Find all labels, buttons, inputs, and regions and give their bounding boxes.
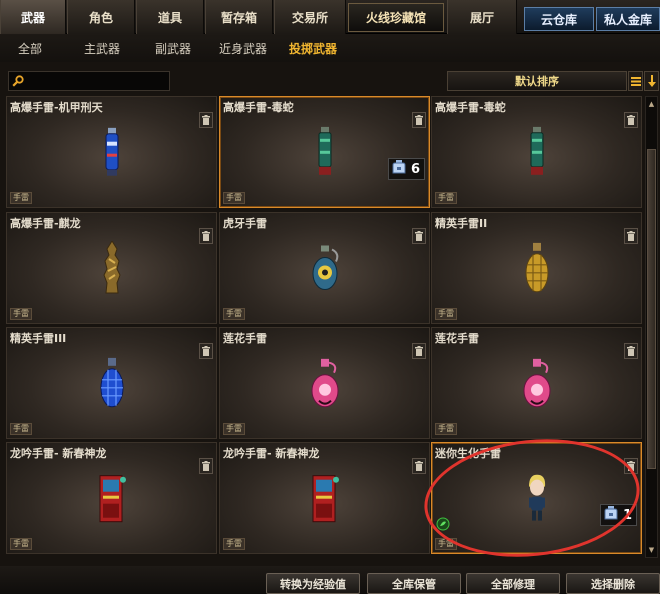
search-box	[8, 71, 172, 91]
green-grenade-icon	[315, 126, 335, 183]
pink-grenade-icon	[310, 358, 340, 413]
store-all-button[interactable]: 全库保管	[367, 573, 461, 594]
stack-bag-icon	[603, 505, 619, 525]
item-card[interactable]: 精英手雷II 手雷	[431, 212, 642, 324]
convert-to-exp-button[interactable]: 转换为经验值	[266, 573, 360, 594]
gold-pineapple-grenade-icon	[524, 242, 550, 299]
sort-dropdown[interactable]: 默认排序	[447, 71, 627, 91]
trash-icon[interactable]	[624, 458, 638, 474]
item-card[interactable]: 龙吟手雷- 新春神龙 手雷	[6, 442, 217, 554]
trash-icon[interactable]	[199, 228, 213, 244]
scroll-down-arrow-icon[interactable]: ▼	[647, 544, 656, 556]
sort-list-icon[interactable]	[628, 71, 643, 91]
item-type-tag: 手雷	[435, 308, 457, 320]
green-grenade-icon	[527, 126, 547, 183]
item-name: 龙吟手雷- 新春神龙	[10, 447, 107, 460]
trash-icon[interactable]	[624, 112, 638, 128]
item-name: 精英手雷II	[435, 217, 488, 230]
item-card[interactable]: 莲花手雷 手雷	[219, 327, 430, 439]
item-card[interactable]: 迷你生化手雷 手雷 1	[431, 442, 642, 554]
stack-bag-icon	[391, 159, 407, 179]
item-card[interactable]: 高爆手雷-麒龙 手雷	[6, 212, 217, 324]
sort-label: 默认排序	[515, 75, 559, 88]
item-card[interactable]: 高爆手雷-毒蛇 手雷 6	[219, 96, 430, 208]
item-count: 1	[622, 507, 632, 523]
search-input[interactable]	[27, 73, 172, 89]
item-count-badge: 1	[599, 504, 637, 526]
item-type-tag: 手雷	[223, 192, 245, 204]
trash-icon[interactable]	[199, 458, 213, 474]
item-card[interactable]: 高爆手雷-毒蛇 手雷	[431, 96, 642, 208]
item-type-tag: 手雷	[10, 192, 32, 204]
trash-icon[interactable]	[412, 112, 426, 128]
item-grid: 高爆手雷-机甲刑天 手雷 高爆手雷-毒蛇 手雷 6 高爆手雷-毒蛇 手雷 高爆手雷-麒龙 手雷虎…	[6, 96, 642, 558]
subtab-throwing[interactable]: 投掷武器	[289, 34, 337, 62]
item-type-tag: 手雷	[10, 538, 32, 550]
item-card[interactable]: 虎牙手雷 手雷	[219, 212, 430, 324]
item-card[interactable]: 龙吟手雷- 新春神龙 手雷	[219, 442, 430, 554]
subtab-all[interactable]: 全部	[18, 34, 42, 62]
item-name: 高爆手雷-毒蛇	[223, 101, 294, 114]
tab-exchange[interactable]: 交易所	[274, 0, 346, 34]
trash-icon[interactable]	[412, 458, 426, 474]
blue-grenade-icon	[102, 127, 122, 182]
item-type-tag: 手雷	[223, 538, 245, 550]
item-type-tag: 手雷	[10, 423, 32, 435]
item-name: 高爆手雷-毒蛇	[435, 101, 506, 114]
trash-icon[interactable]	[624, 228, 638, 244]
item-card[interactable]: 精英手雷III 手雷	[6, 327, 217, 439]
tab-cloud-storage[interactable]: 云仓库	[524, 7, 594, 31]
tab-items[interactable]: 道具	[136, 0, 204, 34]
search-icon	[12, 74, 24, 88]
sub-tab-bar: 全部 主武器 副武器 近身武器 投掷武器	[0, 34, 660, 62]
item-name: 高爆手雷-麒龙	[10, 217, 81, 230]
subtab-secondary[interactable]: 副武器	[155, 34, 191, 62]
eye-grenade-icon	[310, 245, 340, 296]
tab-showroom[interactable]: 展厅	[447, 0, 517, 34]
item-card[interactable]: 高爆手雷-机甲刑天 手雷	[6, 96, 217, 208]
top-tab-bar: 武器 角色 道具 暂存箱 交易所 火线珍藏馆 展厅 云仓库 私人金库	[0, 0, 660, 34]
item-name: 精英手雷III	[10, 332, 67, 345]
tab-weapons[interactable]: 武器	[0, 0, 66, 34]
trash-icon[interactable]	[412, 343, 426, 359]
scroll-thumb[interactable]	[647, 149, 656, 469]
item-name: 虎牙手雷	[223, 217, 267, 230]
sort-direction-icon[interactable]	[644, 71, 659, 91]
item-type-tag: 手雷	[435, 423, 457, 435]
item-count: 6	[410, 161, 420, 177]
item-type-tag: 手雷	[223, 308, 245, 320]
tab-private-vault[interactable]: 私人金库	[596, 7, 660, 31]
item-name: 龙吟手雷- 新春神龙	[223, 447, 320, 460]
gold-dragon-grenade-icon	[97, 240, 127, 301]
item-name: 莲花手雷	[435, 332, 479, 345]
item-card[interactable]: 莲花手雷 手雷	[431, 327, 642, 439]
mini-character-icon	[526, 474, 548, 527]
item-type-tag: 手雷	[435, 192, 457, 204]
scroll-up-arrow-icon[interactable]: ▲	[647, 98, 656, 110]
item-name: 高爆手雷-机甲刑天	[10, 101, 103, 114]
red-book-grenade-icon	[310, 474, 340, 528]
repair-all-button[interactable]: 全部修理	[466, 573, 560, 594]
trash-icon[interactable]	[199, 112, 213, 128]
item-type-tag: 手雷	[223, 423, 245, 435]
item-name: 迷你生化手雷	[435, 447, 501, 460]
red-book-grenade-icon	[97, 474, 127, 528]
tab-character[interactable]: 角色	[67, 0, 135, 34]
leaf-badge-icon	[436, 516, 450, 535]
scrollbar[interactable]: ▲ ▼	[645, 96, 658, 558]
trash-icon[interactable]	[199, 343, 213, 359]
item-type-tag: 手雷	[435, 538, 457, 550]
item-type-tag: 手雷	[10, 308, 32, 320]
trash-icon[interactable]	[624, 343, 638, 359]
tab-storage-box[interactable]: 暂存箱	[205, 0, 273, 34]
item-count-badge: 6	[387, 158, 425, 180]
pink-grenade-icon	[522, 358, 552, 413]
select-delete-button[interactable]: 选择删除	[566, 573, 660, 594]
trash-icon[interactable]	[412, 228, 426, 244]
subtab-melee[interactable]: 近身武器	[219, 34, 267, 62]
blue-pineapple-grenade-icon	[99, 357, 125, 414]
subtab-primary[interactable]: 主武器	[84, 34, 120, 62]
tab-collection-hall[interactable]: 火线珍藏馆	[348, 3, 444, 32]
item-name: 莲花手雷	[223, 332, 267, 345]
